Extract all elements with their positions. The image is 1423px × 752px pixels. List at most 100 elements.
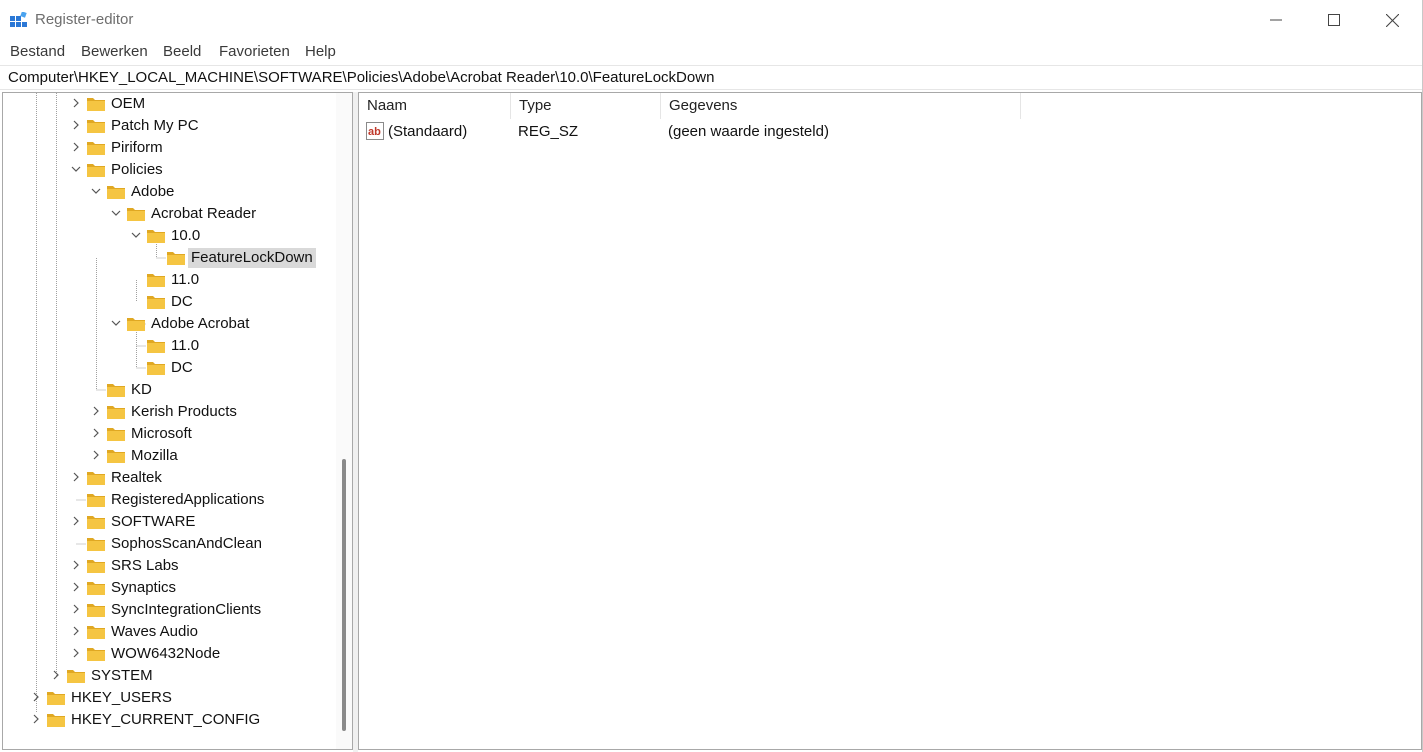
tree-node-label[interactable]: HKEY_CURRENT_CONFIG [68,710,263,730]
address-path[interactable]: Computer\HKEY_LOCAL_MACHINE\SOFTWARE\Pol… [8,69,714,86]
tree-node-label[interactable]: OEM [108,94,148,114]
menu-bewerken[interactable]: Bewerken [81,43,148,60]
chevron-right-icon[interactable] [91,428,101,438]
tree-node-label[interactable]: Piriform [108,138,166,158]
tree-node-label[interactable]: 11.0 [168,270,202,290]
tree-node-label[interactable]: SOFTWARE [108,512,198,532]
tree-node-label[interactable]: SYSTEM [88,666,156,686]
tree-node[interactable]: DC [3,291,333,313]
tree-node-label[interactable]: 11.0 [168,336,202,356]
value-name[interactable]: (Standaard) [388,122,467,142]
menu-help[interactable]: Help [305,43,336,60]
chevron-down-icon[interactable] [71,164,81,174]
tree-node[interactable]: OEM [3,93,333,115]
tree-node-label[interactable]: Policies [108,160,166,180]
tree-node[interactable]: KD [3,379,333,401]
tree-node-label[interactable]: DC [168,292,196,312]
chevron-right-icon[interactable] [71,582,81,592]
chevron-right-icon[interactable] [71,98,81,108]
close-button[interactable] [1363,0,1421,40]
tree-node-label[interactable]: Mozilla [128,446,181,466]
menu-bestand[interactable]: Bestand [10,43,65,60]
values-list-pane[interactable]: Naam Type Gegevens ab (Standaard) REG_SZ… [358,92,1422,750]
tree-node-label[interactable]: SyncIntegrationClients [108,600,264,620]
chevron-right-icon[interactable] [71,516,81,526]
tree-node[interactable]: SophosScanAndClean [3,533,333,555]
chevron-right-icon[interactable] [71,648,81,658]
tree-node-label[interactable]: Microsoft [128,424,195,444]
tree-node[interactable]: 11.0 [3,269,333,291]
tree-node[interactable]: WOW6432Node [3,643,333,665]
tree-node[interactable]: Patch My PC [3,115,333,137]
tree-node[interactable]: Piriform [3,137,333,159]
tree-node[interactable]: Adobe Acrobat [3,313,333,335]
tree-node[interactable]: Waves Audio [3,621,333,643]
tree-node-label[interactable]: Synaptics [108,578,179,598]
tree-node[interactable]: FeatureLockDown [3,247,333,269]
column-header-gegevens[interactable]: Gegevens [661,93,1021,119]
chevron-right-icon[interactable] [71,120,81,130]
chevron-right-icon[interactable] [51,670,61,680]
chevron-right-icon[interactable] [71,142,81,152]
title-bar[interactable]: Register-editor [0,0,1422,40]
tree-node-label[interactable]: 10.0 [168,226,203,246]
column-header-type[interactable]: Type [511,93,661,119]
tree-node-label[interactable]: Realtek [108,468,165,488]
value-data[interactable]: (geen waarde ingesteld) [668,122,829,142]
tree-node-label[interactable]: FeatureLockDown [188,248,316,268]
tree-node[interactable]: Mozilla [3,445,333,467]
tree-node[interactable]: Acrobat Reader [3,203,333,225]
tree-node[interactable]: Microsoft [3,423,333,445]
maximize-button[interactable] [1305,0,1363,40]
tree-node[interactable]: Policies [3,159,333,181]
chevron-right-icon[interactable] [31,714,41,724]
tree-node-label[interactable]: Kerish Products [128,402,240,422]
address-bar[interactable]: Computer\HKEY_LOCAL_MACHINE\SOFTWARE\Pol… [0,65,1422,90]
tree-node-label[interactable]: WOW6432Node [108,644,223,664]
tree-node-label[interactable]: HKEY_USERS [68,688,175,708]
chevron-down-icon[interactable] [111,318,121,328]
column-header-naam[interactable]: Naam [359,93,511,119]
chevron-right-icon[interactable] [71,560,81,570]
tree-node-label[interactable]: KD [128,380,155,400]
menu-beeld[interactable]: Beeld [163,43,201,60]
chevron-down-icon[interactable] [91,186,101,196]
tree-node[interactable]: HKEY_USERS [3,687,333,709]
tree-scrollbar-thumb[interactable] [342,459,346,731]
chevron-right-icon[interactable] [71,604,81,614]
tree-node-label[interactable]: DC [168,358,196,378]
menu-favorieten[interactable]: Favorieten [219,43,290,60]
chevron-right-icon[interactable] [71,472,81,482]
tree-node[interactable]: SRS Labs [3,555,333,577]
chevron-right-icon[interactable] [91,450,101,460]
tree-node[interactable]: DC [3,357,333,379]
tree-node-label[interactable]: RegisteredApplications [108,490,267,510]
tree-node-label[interactable]: Patch My PC [108,116,202,136]
tree-node[interactable]: HKEY_CURRENT_CONFIG [3,709,333,731]
chevron-right-icon[interactable] [31,692,41,702]
tree-node-label[interactable]: Adobe [128,182,177,202]
chevron-down-icon[interactable] [131,230,141,240]
tree-node-label[interactable]: SophosScanAndClean [108,534,265,554]
minimize-button[interactable] [1247,0,1305,40]
tree-node[interactable]: Realtek [3,467,333,489]
tree-node[interactable]: Kerish Products [3,401,333,423]
chevron-right-icon[interactable] [91,406,101,416]
value-type[interactable]: REG_SZ [518,122,578,142]
tree-node-label[interactable]: Adobe Acrobat [148,314,252,334]
tree-node[interactable]: RegisteredApplications [3,489,333,511]
tree-node[interactable]: Adobe [3,181,333,203]
tree-scrollbar[interactable] [336,93,352,749]
tree-node[interactable]: SYSTEM [3,665,333,687]
key-tree-pane[interactable]: OEM Patch My PC Piriform Policies Adobe Acrob… [2,92,353,750]
tree-node[interactable]: 10.0 [3,225,333,247]
tree-node-label[interactable]: Acrobat Reader [148,204,259,224]
tree-node[interactable]: SOFTWARE [3,511,333,533]
tree-node[interactable]: SyncIntegrationClients [3,599,333,621]
tree-node[interactable]: 11.0 [3,335,333,357]
chevron-down-icon[interactable] [111,208,121,218]
tree-node-label[interactable]: SRS Labs [108,556,182,576]
tree-node[interactable]: Synaptics [3,577,333,599]
chevron-right-icon[interactable] [71,626,81,636]
tree-node-label[interactable]: Waves Audio [108,622,201,642]
